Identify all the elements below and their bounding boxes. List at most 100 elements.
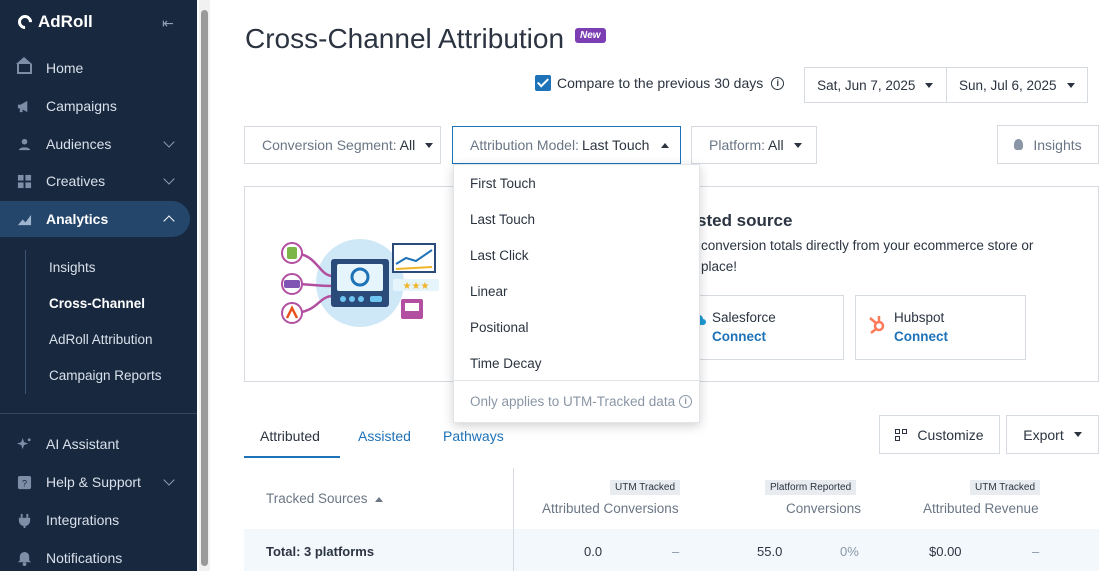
- sidebar-scrollbar[interactable]: [199, 0, 210, 571]
- customize-button[interactable]: Customize: [879, 415, 1000, 454]
- salesforce-name: Salesforce: [712, 310, 776, 325]
- new-badge: New: [575, 28, 606, 43]
- dropdown-note: Only applies to UTM-Tracked data i: [470, 394, 693, 409]
- tab-assisted[interactable]: Assisted: [358, 428, 411, 444]
- option-positional[interactable]: Positional: [470, 320, 529, 335]
- conversions-delta: 0%: [840, 544, 859, 559]
- collapse-sidebar-icon[interactable]: ⇤: [162, 15, 178, 31]
- adroll-logo[interactable]: AdRoll: [15, 12, 93, 32]
- card-description: conversion totals directly from your eco…: [701, 235, 1051, 277]
- caret-down-icon: [1066, 82, 1075, 88]
- sidebar-item-notifications[interactable]: Notifications: [0, 540, 190, 571]
- hubspot-icon: [869, 316, 885, 334]
- platform-select[interactable]: Platform: All: [691, 126, 817, 164]
- filter-value: Last Touch: [581, 137, 650, 153]
- sidebar-item-label: Creatives: [46, 173, 106, 189]
- hubspot-connect-link[interactable]: Connect: [894, 329, 948, 344]
- option-linear[interactable]: Linear: [470, 284, 508, 299]
- megaphone-icon: [17, 100, 28, 112]
- option-last-click[interactable]: Last Click: [470, 248, 529, 263]
- salesforce-connect-link[interactable]: Connect: [712, 329, 766, 344]
- insights-button[interactable]: Insights: [997, 125, 1099, 164]
- option-first-touch[interactable]: First Touch: [470, 176, 536, 191]
- attribution-model-select[interactable]: Attribution Model: Last Touch: [452, 126, 681, 164]
- caret-down-icon: [925, 82, 934, 88]
- sidebar-subitem-cross-channel[interactable]: Cross-Channel: [49, 296, 145, 311]
- attributed-conversions-delta: –: [672, 544, 680, 559]
- card-title: sted source: [697, 211, 793, 230]
- attributed-revenue-header[interactable]: Attributed Revenue: [923, 501, 1039, 516]
- column-header-label: Tracked Sources: [266, 491, 368, 506]
- grid-icon: [17, 174, 32, 188]
- svg-text:?: ?: [22, 478, 27, 488]
- sidebar-item-label: Audiences: [46, 136, 112, 152]
- scrollbar-thumb[interactable]: [201, 10, 208, 566]
- active-tab-indicator: [244, 456, 340, 458]
- submenu-rail: [25, 250, 26, 394]
- total-row-label: Total: 3 platforms: [266, 544, 375, 559]
- sidebar-item-analytics[interactable]: Analytics: [0, 201, 190, 237]
- users-icon: [18, 138, 31, 150]
- sidebar-item-label: AI Assistant: [46, 436, 120, 452]
- info-icon[interactable]: i: [679, 395, 693, 408]
- utm-tracked-chip: UTM Tracked: [970, 480, 1041, 495]
- conversion-segment-select[interactable]: Conversion Segment: All: [244, 126, 441, 164]
- option-last-touch[interactable]: Last Touch: [470, 212, 535, 227]
- help-icon: ?: [17, 475, 32, 489]
- revenue-value: $0.00: [929, 544, 962, 559]
- date-range-picker: Sat, Jun 7, 2025 Sun, Jul 6, 2025: [804, 67, 1088, 103]
- filter-value: All: [768, 137, 784, 153]
- filter-label: Conversion Segment:: [262, 137, 397, 153]
- conversions-header[interactable]: Conversions: [786, 501, 861, 516]
- filter-value: All: [399, 137, 416, 153]
- sidebar-item-ai-assistant[interactable]: AI Assistant: [0, 426, 190, 462]
- sidebar-item-label: Home: [46, 60, 84, 76]
- tracked-sources-header[interactable]: Tracked Sources: [266, 491, 384, 506]
- option-time-decay[interactable]: Time Decay: [470, 356, 542, 371]
- sidebar-item-label: Campaigns: [46, 98, 117, 114]
- sidebar-item-label: Analytics: [46, 211, 109, 227]
- table-column-divider: [513, 529, 514, 571]
- chevron-down-icon: [163, 474, 175, 486]
- filter-label: Platform:: [709, 137, 766, 153]
- sidebar-item-creatives[interactable]: Creatives: [0, 163, 190, 199]
- sidebar-subitem-campaign-reports[interactable]: Campaign Reports: [49, 368, 162, 383]
- compare-checkbox[interactable]: [535, 75, 551, 91]
- end-date-label: Sun, Jul 6, 2025: [958, 77, 1057, 93]
- sidebar-item-label: Notifications: [46, 550, 123, 566]
- utm-tracked-chip: UTM Tracked: [610, 480, 681, 495]
- caret-up-icon: [661, 142, 670, 148]
- info-icon[interactable]: i: [771, 76, 785, 90]
- hubspot-name: Hubspot: [894, 310, 945, 325]
- plug-icon: [18, 513, 31, 528]
- sidebar-item-help-support[interactable]: ? Help & Support: [0, 464, 190, 500]
- export-button[interactable]: Export: [1006, 415, 1099, 454]
- sidebar-item-home[interactable]: Home: [0, 50, 190, 86]
- sidebar: AdRoll ⇤ Home Campaigns Audiences Creati…: [0, 0, 197, 571]
- compare-label: Compare to the previous 30 days: [557, 75, 764, 91]
- sidebar-divider: [0, 413, 197, 414]
- customize-label: Customize: [917, 426, 984, 443]
- start-date-button[interactable]: Sat, Jun 7, 2025: [805, 68, 946, 102]
- sort-ascending-icon: [375, 496, 384, 502]
- end-date-button[interactable]: Sun, Jul 6, 2025: [945, 68, 1088, 102]
- page-title: Cross-Channel Attribution: [245, 23, 565, 54]
- sidebar-item-integrations[interactable]: Integrations: [0, 502, 190, 538]
- bell-icon: [17, 551, 32, 566]
- revenue-delta: –: [1032, 544, 1040, 559]
- tab-attributed[interactable]: Attributed: [260, 428, 320, 444]
- customize-icon: [895, 428, 908, 441]
- dropdown-note-text: Only applies to UTM-Tracked data: [470, 394, 676, 409]
- sidebar-item-audiences[interactable]: Audiences: [0, 126, 190, 162]
- sidebar-subitem-insights[interactable]: Insights: [49, 260, 96, 275]
- conversions-value: 55.0: [757, 544, 783, 559]
- filter-label: Attribution Model:: [470, 137, 579, 153]
- attributed-conversions-header[interactable]: Attributed Conversions: [542, 501, 679, 516]
- card-description-line: place!: [701, 259, 738, 274]
- tab-pathways[interactable]: Pathways: [443, 428, 504, 444]
- sidebar-item-campaigns[interactable]: Campaigns: [0, 88, 190, 124]
- sidebar-subitem-adroll-attribution[interactable]: AdRoll Attribution: [49, 332, 153, 347]
- card-description-line: conversion totals directly from your eco…: [701, 238, 1034, 253]
- chevron-up-icon: [163, 215, 175, 227]
- compare-toggle[interactable]: Compare to the previous 30 days i: [535, 75, 785, 91]
